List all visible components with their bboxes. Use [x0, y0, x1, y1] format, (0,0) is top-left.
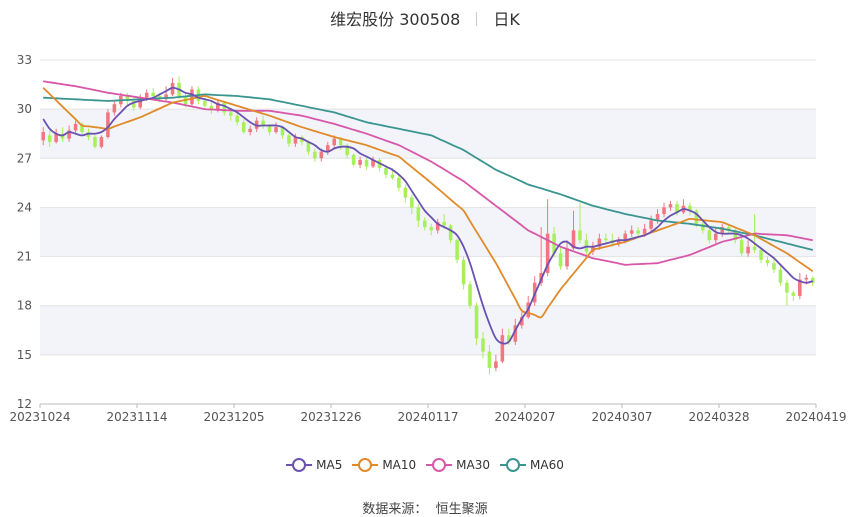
candle-up	[662, 207, 666, 214]
candle-down	[739, 240, 744, 254]
grid-band	[40, 305, 816, 355]
candle-down	[442, 222, 446, 226]
y-tick-label: 24	[17, 200, 32, 214]
chart-legend: MA5 MA10 MA30 MA60	[0, 458, 850, 472]
candle-down	[474, 305, 479, 339]
legend-label: MA5	[316, 458, 343, 472]
y-tick-label: 27	[17, 151, 32, 165]
candle-down	[778, 269, 783, 283]
candle-up	[565, 248, 569, 267]
candle-up	[668, 204, 673, 208]
source-name: 恒生聚源	[435, 502, 488, 517]
candle-down	[235, 115, 240, 123]
y-tick-label: 18	[17, 299, 32, 313]
candle-down	[707, 230, 712, 241]
candle-up	[500, 335, 505, 362]
candle-down	[752, 246, 757, 251]
candle-up	[112, 104, 117, 113]
candle-down	[241, 122, 246, 133]
y-tick-label: 12	[17, 397, 32, 411]
legend-item-ma30[interactable]: MA30	[426, 458, 490, 472]
legend-item-ma5[interactable]: MA5	[286, 458, 342, 472]
x-tick-label: 20231114	[106, 410, 167, 424]
candle-down	[759, 250, 763, 260]
candle-up	[713, 233, 718, 241]
candle-down	[390, 174, 395, 178]
legend-item-ma10[interactable]: MA10	[352, 458, 416, 472]
candle-up	[274, 127, 278, 133]
candle-up	[629, 230, 634, 234]
candle-down	[93, 136, 97, 147]
candle-down	[384, 168, 388, 175]
y-tick-label: 21	[17, 250, 32, 264]
candle-down	[604, 238, 608, 241]
candle-down	[558, 253, 563, 267]
x-tick-label: 20231024	[9, 410, 70, 424]
x-tick-label: 20231226	[300, 410, 361, 424]
candle-up	[649, 220, 653, 229]
candle-down	[364, 159, 369, 167]
legend-marker-icon	[500, 458, 527, 472]
candle-down	[403, 187, 408, 198]
legend-item-ma60[interactable]: MA60	[500, 458, 564, 472]
candle-down	[351, 155, 356, 165]
x-tick-label: 20240207	[494, 410, 555, 424]
data-source: 数据来源： 恒生聚源	[0, 498, 850, 517]
candle-down	[578, 230, 582, 241]
candle-down	[636, 230, 640, 234]
candle-down	[416, 207, 421, 221]
candle-up	[804, 277, 809, 280]
candle-down	[397, 177, 401, 188]
candle-up	[144, 92, 149, 98]
candle-up	[73, 123, 78, 131]
candle-down	[765, 259, 770, 264]
candle-down	[481, 338, 485, 352]
legend-marker-icon	[286, 458, 313, 472]
y-tick-label: 15	[17, 348, 32, 362]
candle-up	[248, 128, 252, 133]
candle-down	[151, 92, 155, 97]
legend-label: MA30	[456, 458, 491, 472]
candle-down	[267, 125, 272, 133]
candle-down	[772, 263, 776, 270]
legend-label: MA10	[382, 458, 417, 472]
candle-up	[190, 89, 194, 105]
x-tick-label: 20240419	[785, 410, 846, 424]
candle-down	[455, 240, 459, 260]
candle-up	[358, 159, 362, 165]
y-tick-label: 33	[17, 53, 32, 67]
candle-down	[410, 197, 414, 208]
candle-down	[468, 284, 472, 306]
candle-up	[332, 138, 337, 146]
candle-down	[203, 100, 207, 106]
candle-down	[429, 227, 434, 231]
candle-up	[494, 361, 498, 368]
legend-label: MA60	[530, 458, 564, 472]
candle-down	[313, 151, 317, 159]
candle-down	[448, 225, 453, 241]
candle-down	[785, 282, 789, 293]
y-tick-label: 30	[17, 102, 32, 116]
candle-up	[99, 136, 104, 147]
x-tick-label: 20240307	[591, 410, 652, 424]
candle-up	[41, 132, 46, 141]
candle-down	[422, 220, 427, 228]
candle-down	[487, 351, 492, 368]
candlestick-chart: 12 15 18 21 24 27 30 33 20231024 20231114 20231205…	[9, 53, 846, 424]
candle-down	[287, 135, 291, 144]
candle-down	[791, 292, 796, 296]
candle-down	[461, 259, 466, 285]
candle-down	[47, 135, 52, 142]
candle-up	[746, 246, 750, 254]
candle-down	[228, 112, 233, 116]
legend-marker-icon	[352, 458, 379, 472]
legend-marker-icon	[426, 458, 453, 472]
candle-up	[642, 228, 647, 234]
x-tick-label: 20231205	[203, 410, 264, 424]
source-label: 数据来源：	[362, 502, 428, 517]
candle-up	[319, 151, 324, 159]
x-tick-label: 20240328	[688, 410, 749, 424]
x-tick-label: 20240117	[397, 410, 458, 424]
